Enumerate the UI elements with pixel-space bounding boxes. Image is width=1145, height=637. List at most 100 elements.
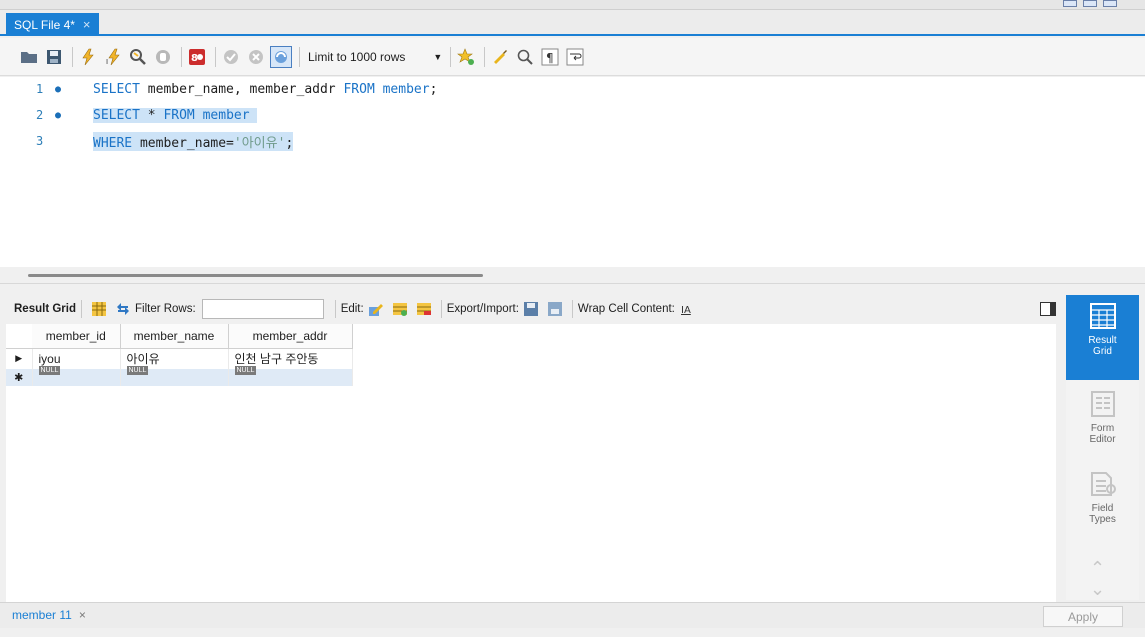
toolbar-separator <box>72 46 73 67</box>
tab-sql-file-4[interactable]: SQL File 4* × <box>6 13 99 36</box>
sql-editor-toolbar: I 8 Limit to 1000 rows ▼ ¶ <box>0 38 1145 76</box>
toolbar-separator <box>450 46 452 67</box>
sql-editor[interactable]: 1 ● SELECT member_name, member_addr FROM… <box>0 77 1145 267</box>
toolbar-separator <box>80 300 82 318</box>
limit-rows-select[interactable]: Limit to 1000 rows ▼ <box>304 46 446 68</box>
filter-rows-input[interactable] <box>201 299 324 319</box>
word-wrap-icon[interactable] <box>564 46 586 68</box>
side-result-grid-button[interactable]: Result Grid <box>1066 295 1139 380</box>
row-header-corner <box>6 324 32 349</box>
wrap-cell-icon[interactable]: IA <box>679 301 695 317</box>
refresh-arrows-icon[interactable] <box>115 301 131 317</box>
window-layout-icon[interactable] <box>1083 0 1097 7</box>
filter-rows-label: Filter Rows: <box>134 303 196 315</box>
execute-lightning-icon[interactable] <box>77 46 99 68</box>
add-snippet-star-icon[interactable] <box>455 46 477 68</box>
null-badge: NULL <box>126 365 149 375</box>
beautify-brush-icon[interactable] <box>489 46 511 68</box>
statement-marker: ● <box>55 83 62 95</box>
add-row-icon[interactable] <box>392 301 408 317</box>
save-icon[interactable] <box>43 46 65 68</box>
rollback-icon[interactable] <box>245 46 267 68</box>
sql-code-line-3: WHERE member_name='아이유'; <box>93 131 294 151</box>
grid-layout-icon[interactable] <box>91 301 107 317</box>
side-field-types-button[interactable]: Field Types <box>1066 463 1139 538</box>
edit-row-icon[interactable] <box>368 301 384 317</box>
line-number: 1 <box>36 82 44 96</box>
toolbar-separator <box>571 300 573 318</box>
side-panel-scroll-chevrons-icon[interactable]: ⌃ ⌄ <box>1090 558 1105 600</box>
sql-code-line-1: SELECT member_name, member_addr FROM mem… <box>93 81 438 97</box>
form-icon <box>1090 391 1115 417</box>
sql-code-line-2: SELECT * FROM member <box>93 107 258 123</box>
null-badge: NULL <box>234 365 257 375</box>
window-layout-icon[interactable] <box>1063 0 1077 7</box>
window-title-strip <box>0 0 1145 10</box>
grid-icon <box>1089 303 1116 329</box>
edit-label: Edit: <box>340 303 364 315</box>
result-grid[interactable]: member_id member_name member_addr ▶ iyou… <box>6 324 1056 602</box>
result-toolbar: Result Grid Filter Rows: Edit: Export/Im… <box>0 296 1060 322</box>
export-icon[interactable] <box>523 301 539 317</box>
column-header[interactable]: member_name <box>120 324 229 349</box>
field-types-icon <box>1090 472 1116 496</box>
delete-row-icon[interactable] <box>416 301 432 317</box>
toolbar-separator <box>215 46 216 67</box>
result-tabs-bar: member 11 × Apply <box>0 602 1145 628</box>
svg-text:IA: IA <box>681 305 691 316</box>
result-tab-label: member 11 <box>12 608 72 622</box>
close-icon[interactable]: × <box>79 608 86 622</box>
query-tab-bar: SQL File 4* × <box>0 10 1145 36</box>
result-tab-member-11[interactable]: member 11 × <box>12 608 86 622</box>
toolbar-separator <box>484 46 486 67</box>
result-side-panel: Result Grid Form Editor Field Types <box>1066 295 1139 600</box>
open-folder-icon[interactable] <box>18 46 40 68</box>
wrap-cell-label: Wrap Cell Content: <box>577 303 675 315</box>
close-icon[interactable]: × <box>83 17 91 32</box>
stop-icon[interactable] <box>152 46 174 68</box>
line-number: 2 <box>36 108 44 122</box>
workbench-window: SQL File 4* × I 8 Limit to 1000 rows ▼ ¶ <box>0 0 1145 637</box>
toggle-error-icon[interactable]: 8 <box>186 46 208 68</box>
execute-current-icon[interactable]: I <box>102 46 124 68</box>
toolbar-separator <box>334 300 336 318</box>
apply-button[interactable]: Apply <box>1043 606 1123 627</box>
table-cell[interactable]: NULL <box>32 365 121 386</box>
side-item-label: Field Types <box>1089 503 1116 525</box>
result-grid-label: Result Grid <box>14 303 76 315</box>
tab-label: SQL File 4* <box>14 17 75 32</box>
side-item-label: Result Grid <box>1088 335 1117 357</box>
new-row-marker-icon: ✱ <box>6 369 33 386</box>
side-form-editor-button[interactable]: Form Editor <box>1066 383 1139 458</box>
explain-magnifier-icon[interactable] <box>127 46 149 68</box>
commit-icon[interactable] <box>220 46 242 68</box>
panel-splitter[interactable] <box>0 283 1145 284</box>
window-layout-icon[interactable] <box>1103 0 1117 7</box>
table-cell[interactable]: NULL <box>228 365 353 386</box>
column-header[interactable]: member_id <box>32 324 121 349</box>
new-row[interactable]: ✱ NULL NULL NULL <box>6 365 353 386</box>
editor-line[interactable]: 3 WHERE member_name='아이유'; <box>0 130 1145 152</box>
side-item-label: Form Editor <box>1089 423 1116 445</box>
toggle-side-panel-icon[interactable] <box>1040 302 1056 316</box>
column-header[interactable]: member_addr <box>228 324 353 349</box>
result-table: member_id member_name member_addr ▶ iyou… <box>6 324 353 386</box>
autocommit-toggle-icon[interactable] <box>270 45 292 68</box>
toolbar-separator <box>181 46 182 67</box>
toolbar-separator <box>299 46 300 67</box>
statement-marker: ● <box>55 109 62 121</box>
limit-rows-value: Limit to 1000 rows <box>308 49 406 64</box>
editor-horizontal-scrollbar[interactable] <box>28 274 483 277</box>
svg-text:¶: ¶ <box>546 51 554 65</box>
table-cell[interactable]: NULL <box>120 365 229 386</box>
row-pointer-icon: ▶ <box>6 348 33 369</box>
find-magnifier-icon[interactable] <box>514 46 536 68</box>
status-strip <box>0 629 1145 637</box>
editor-line[interactable]: 2 ● SELECT * FROM member <box>0 104 1145 126</box>
toolbar-separator <box>440 300 442 318</box>
editor-line[interactable]: 1 ● SELECT member_name, member_addr FROM… <box>0 78 1145 100</box>
line-number: 3 <box>36 134 44 148</box>
invisible-chars-icon[interactable]: ¶ <box>539 46 561 68</box>
svg-text:I: I <box>106 58 108 66</box>
import-icon[interactable] <box>547 301 563 317</box>
